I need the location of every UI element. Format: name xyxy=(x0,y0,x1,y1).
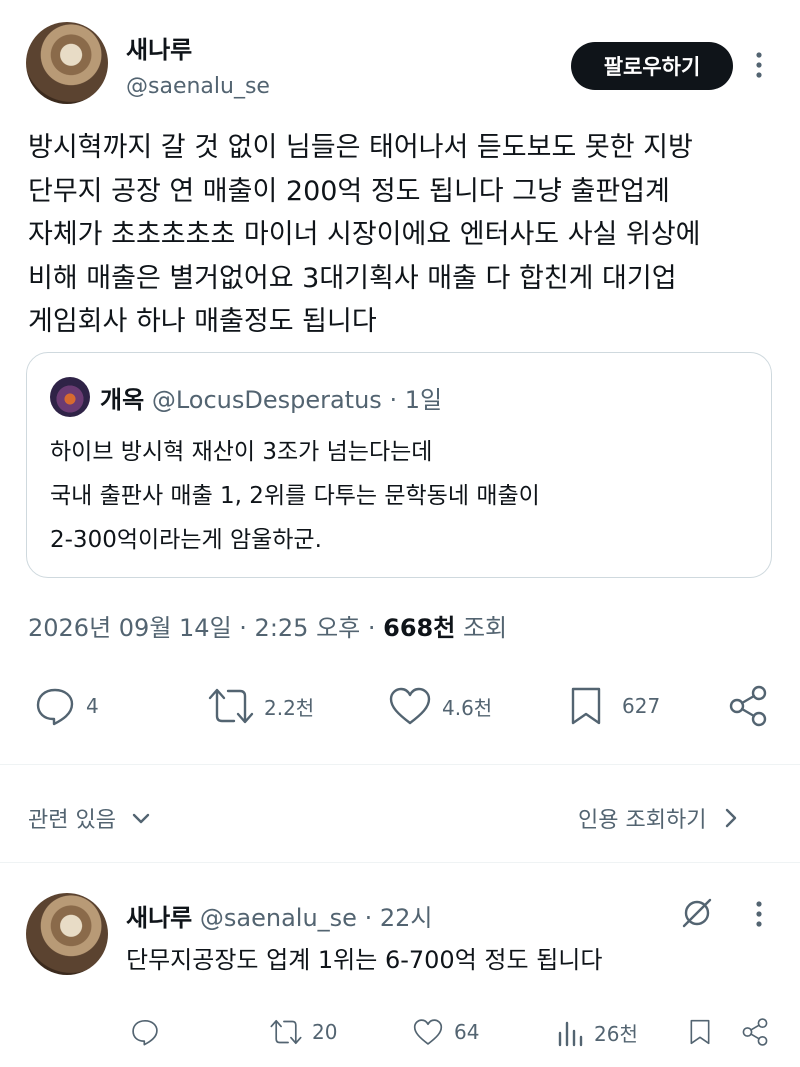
reply-bookmark-button[interactable] xyxy=(688,1017,712,1047)
tweet-date[interactable]: 2026년 09월 14일 xyxy=(28,614,232,642)
related-label: 관련 있음 xyxy=(28,808,116,833)
reply-like-button[interactable]: 64 xyxy=(412,1018,479,1046)
reply-retweet-button[interactable]: 20 xyxy=(268,1018,337,1046)
reply-reply-button[interactable] xyxy=(130,1018,160,1046)
tweet-time[interactable]: 2:25 오후 xyxy=(255,614,361,642)
reply-icon xyxy=(36,688,74,726)
chevron-down-icon xyxy=(132,813,150,824)
related-filter[interactable]: 관련 있음 xyxy=(28,802,152,834)
like-button[interactable]: 4.6천 xyxy=(388,686,492,726)
share-button[interactable] xyxy=(726,684,770,728)
quoted-separator: · xyxy=(381,386,405,414)
tweet-text-line: 방시혁까지 갈 것 없이 님들은 태어나서 듣도보도 못한 지방 xyxy=(28,132,693,163)
tweet-meta: 2026년 09월 14일 · 2:25 오후 · 668천 조회 xyxy=(28,608,507,643)
bookmark-icon xyxy=(690,1019,710,1045)
retweet-button[interactable]: 2.2천 xyxy=(206,686,314,726)
quoted-author-name: 개옥 xyxy=(100,386,145,414)
quoted-text-line: 국내 출판사 매출 1, 2위를 다투는 문학동네 매출이 xyxy=(50,483,540,509)
retweet-icon xyxy=(208,688,254,724)
bookmark-icon xyxy=(571,687,601,725)
reply-like-count: 64 xyxy=(454,1020,480,1044)
retweet-count: 2.2천 xyxy=(264,695,315,720)
more-vertical-icon[interactable] xyxy=(752,899,766,933)
share-icon xyxy=(729,685,767,727)
tweet-text-line: 게임회사 하나 매출정도 됩니다 xyxy=(28,306,377,337)
chevron-right-icon xyxy=(726,808,737,828)
view-quotes-label: 인용 조회하기 xyxy=(578,808,707,833)
tweet-text-line: 비해 매출은 별거없어요 3대기획사 매출 다 합친게 대기업 xyxy=(28,262,677,294)
quoted-tweet-header: 개옥 @LocusDesperatus · 1일 xyxy=(100,380,442,415)
reply-time[interactable]: 22시 xyxy=(380,904,433,932)
bookmark-count: 627 xyxy=(622,694,661,718)
heart-icon xyxy=(413,1019,443,1045)
share-icon xyxy=(742,1018,768,1046)
reply-views-button[interactable]: 26천 xyxy=(556,1018,638,1047)
tweet-text: 방시혁까지 갈 것 없이 님들은 태어나서 듣도보도 못한 지방 단무지 공장 … xyxy=(28,126,778,344)
author-handle[interactable]: @saenalu_se xyxy=(126,74,270,99)
reply-author-handle[interactable]: @saenalu_se xyxy=(200,904,357,932)
reply-retweet-count: 20 xyxy=(312,1020,338,1044)
reply-author-avatar[interactable] xyxy=(26,893,108,975)
reply-views-count: 26천 xyxy=(594,1022,638,1046)
quoted-text-line: 2-300억이라는게 암울하군. xyxy=(50,527,322,553)
reply-button[interactable]: 4 xyxy=(34,686,99,726)
author-avatar[interactable] xyxy=(26,22,108,104)
quoted-author-handle: @LocusDesperatus xyxy=(151,386,382,414)
more-vertical-icon[interactable] xyxy=(752,50,766,85)
views-chart-icon xyxy=(558,1021,583,1046)
author-name[interactable]: 새나루 xyxy=(126,30,192,65)
grok-icon[interactable] xyxy=(680,896,714,934)
reply-author-name[interactable]: 새나루 xyxy=(126,904,192,932)
like-count: 4.6천 xyxy=(442,695,493,720)
views-label: 조회 xyxy=(455,614,508,642)
divider xyxy=(0,862,800,863)
heart-icon xyxy=(389,687,431,725)
follow-button[interactable]: 팔로우하기 xyxy=(571,42,733,90)
reply-separator: · xyxy=(356,904,380,932)
tweet-text-line: 단무지 공장 연 매출이 200억 정도 됩니다 그냥 출판업계 xyxy=(28,175,670,207)
retweet-icon xyxy=(270,1019,302,1045)
divider xyxy=(0,764,800,765)
bookmark-button[interactable]: 627 xyxy=(568,686,660,726)
quoted-author-avatar xyxy=(50,377,90,417)
tweet-text-line: 자체가 초초초초초 마이너 시장이에요 엔터사도 사실 위상에 xyxy=(28,219,701,250)
reply-icon xyxy=(132,1019,158,1046)
quoted-time: 1일 xyxy=(404,386,443,414)
reply-count: 4 xyxy=(86,694,99,718)
meta-separator: · xyxy=(231,614,255,642)
views-count: 668천 xyxy=(383,614,456,642)
reply-header: 새나루 @saenalu_se · 22시 xyxy=(126,898,432,933)
quoted-tweet-text: 하이브 방시혁 재산이 3조가 넘는다는데 국내 출판사 매출 1, 2위를 다… xyxy=(50,430,540,562)
reply-share-button[interactable] xyxy=(740,1017,770,1047)
view-quotes-link[interactable]: 인용 조회하기 xyxy=(578,802,742,834)
reply-text: 단무지공장도 업계 1위는 6-700억 정도 됩니다 xyxy=(126,946,603,974)
meta-separator: · xyxy=(360,614,384,642)
quoted-text-line: 하이브 방시혁 재산이 3조가 넘는다는데 xyxy=(50,439,433,465)
